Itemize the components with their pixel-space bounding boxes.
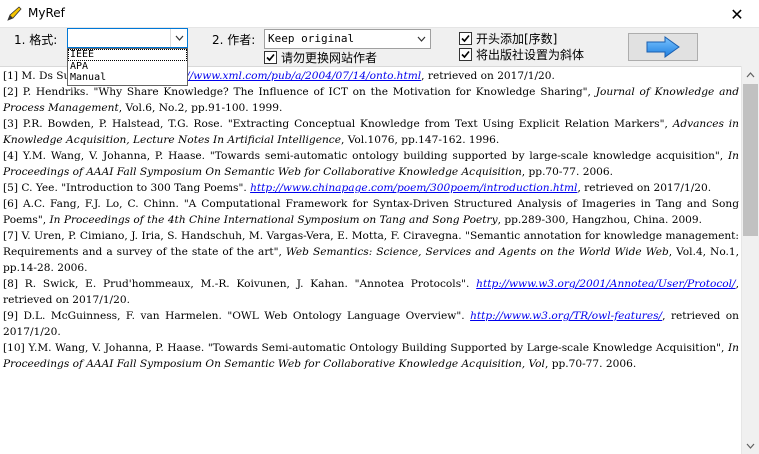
- reference-entry: [7] V. Uren, P. Cimiano, J. Iria, S. Han…: [3, 228, 739, 276]
- author-select-value: Keep original: [268, 32, 355, 45]
- reference-entry: [3] P.R. Bowden, P. Halstead, T.G. Rose.…: [3, 116, 739, 148]
- reference-link[interactable]: http://www.xml.com/pub/a/2004/07/14/onto…: [160, 70, 421, 82]
- reference-source: Web Semantics: Science, Services and Age…: [285, 246, 669, 258]
- vertical-scrollbar[interactable]: [741, 66, 759, 454]
- reference-text: , retrieved on 2017/1/20.: [577, 182, 712, 194]
- pencil-app-icon: [7, 6, 22, 21]
- scroll-up-icon[interactable]: [742, 66, 759, 83]
- reference-entry: [9] D.L. McGuinness, F. van Harmelen. "O…: [3, 308, 739, 340]
- prefix-checkbox[interactable]: 开头添加[序数]: [459, 30, 557, 47]
- reference-authors: [5] C. Yee.: [3, 182, 62, 194]
- reference-authors: [9] D.L. McGuinness, F. van Harmelen.: [3, 310, 228, 322]
- checkbox-checked-icon[interactable]: [459, 32, 472, 45]
- checkbox-checked-icon[interactable]: [459, 48, 472, 61]
- reference-entry: [2] P. Hendriks. "Why Share Knowledge? T…: [3, 84, 739, 116]
- reference-text: "Extracting Conceptual Knowledge from Te…: [227, 118, 673, 130]
- reference-text: , Vol.1076, pp.147-162. 1996.: [341, 134, 500, 146]
- close-icon: ✕: [730, 4, 744, 24]
- references-text-area[interactable]: [1] M. Ds Survey, Revisited". http://www…: [0, 66, 741, 454]
- reference-text: , pp.70-77. 2006.: [544, 358, 637, 370]
- reference-authors: [10] Y.M. Wang, V. Johanna, P. Haase.: [3, 342, 208, 354]
- reference-authors: [4] Y.M. Wang, V. Johanna, P. Haase.: [3, 150, 210, 162]
- window-title: MyRef: [28, 6, 65, 20]
- reference-link[interactable]: http://www.chinapage.com/poem/300poem/in…: [250, 182, 577, 194]
- reference-entry: [10] Y.M. Wang, V. Johanna, P. Haase. "T…: [3, 340, 739, 372]
- reference-text: "OWL Web Ontology Language Overview".: [227, 310, 471, 322]
- reference-authors: [6] A.C. Fang, F.J. Lo, C. Chinn.: [3, 198, 184, 210]
- reference-text: , Vol.6, No.2, pp.91-100. 1999.: [118, 102, 283, 114]
- checkbox-checked-icon[interactable]: [264, 51, 277, 64]
- close-button[interactable]: ✕: [715, 0, 759, 28]
- convert-button[interactable]: [628, 33, 698, 61]
- reference-authors: [1] M. D: [3, 70, 48, 82]
- reference-link[interactable]: http://www.w3.org/2001/Annotea/User/Prot…: [476, 278, 735, 290]
- title-bar: MyRef ✕: [0, 0, 759, 28]
- reference-text: "Introduction to 300 Tang Poems".: [61, 182, 251, 194]
- reference-text: "Annotea Protocols".: [354, 278, 477, 290]
- reference-text: , pp.70-77. 2006.: [521, 166, 614, 178]
- format-option-ieee[interactable]: IEEE: [68, 49, 187, 61]
- reference-entry: [8] R. Swick, E. Prud'hommeaux, M.-R. Ko…: [3, 276, 739, 308]
- scrollbar-thumb[interactable]: [743, 84, 758, 236]
- format-select[interactable]: [67, 28, 188, 48]
- format-label: 1. 格式:: [14, 33, 58, 47]
- prefix-label: 开头添加[序数]: [476, 32, 558, 46]
- reference-text: "Towards semi-automatic ontology buildin…: [209, 150, 728, 162]
- references-list: [1] M. Ds Survey, Revisited". http://www…: [0, 67, 741, 372]
- reference-authors: [8] R. Swick, E. Prud'hommeaux, M.-R. Ko…: [3, 278, 355, 290]
- reference-text: , retrieved on 2017/1/20.: [421, 70, 555, 82]
- reference-authors: [7] V. Uren, P. Cimiano, J. Iria, S. Han…: [3, 230, 466, 242]
- reference-authors: [3] P.R. Bowden, P. Halstead, T.G. Rose.: [3, 118, 228, 130]
- format-option-manual[interactable]: Manual: [68, 72, 187, 84]
- reference-entry: [5] C. Yee. "Introduction to 300 Tang Po…: [3, 180, 739, 196]
- reference-link[interactable]: http://www.w3.org/TR/owl-features/: [470, 310, 662, 322]
- replace-author-label: 请勿更换网站作者: [281, 51, 378, 65]
- format-dropdown-list: IEEE APA Manual: [67, 48, 188, 86]
- reference-text: , pp.289-300, Hangzhou, China. 2009.: [497, 214, 703, 226]
- reference-entry: [4] Y.M. Wang, V. Johanna, P. Haase. "To…: [3, 148, 739, 180]
- replace-author-checkbox[interactable]: 请勿更换网站作者: [264, 49, 377, 66]
- scroll-down-icon[interactable]: [742, 437, 759, 454]
- reference-authors: [2] P. Hendriks.: [3, 86, 94, 98]
- italic-publisher-checkbox[interactable]: 将出版社设置为斜体: [459, 46, 584, 63]
- author-select[interactable]: Keep original: [264, 29, 431, 49]
- chevron-down-icon[interactable]: [413, 30, 430, 48]
- format-option-apa[interactable]: APA: [68, 61, 187, 73]
- right-arrow-icon: [646, 36, 680, 58]
- reference-source: In Proceedings of the 4th Chine Internat…: [49, 214, 498, 226]
- reference-text: "Why Share Knowledge? The Influence of I…: [93, 86, 596, 98]
- author-label: 2. 作者:: [212, 33, 256, 47]
- italic-publisher-label: 将出版社设置为斜体: [476, 48, 585, 62]
- reference-text: "Towards Semi-automatic Ontology Buildin…: [207, 342, 728, 354]
- reference-entry: [6] A.C. Fang, F.J. Lo, C. Chinn. "A Com…: [3, 196, 739, 228]
- chevron-down-icon[interactable]: [170, 29, 187, 47]
